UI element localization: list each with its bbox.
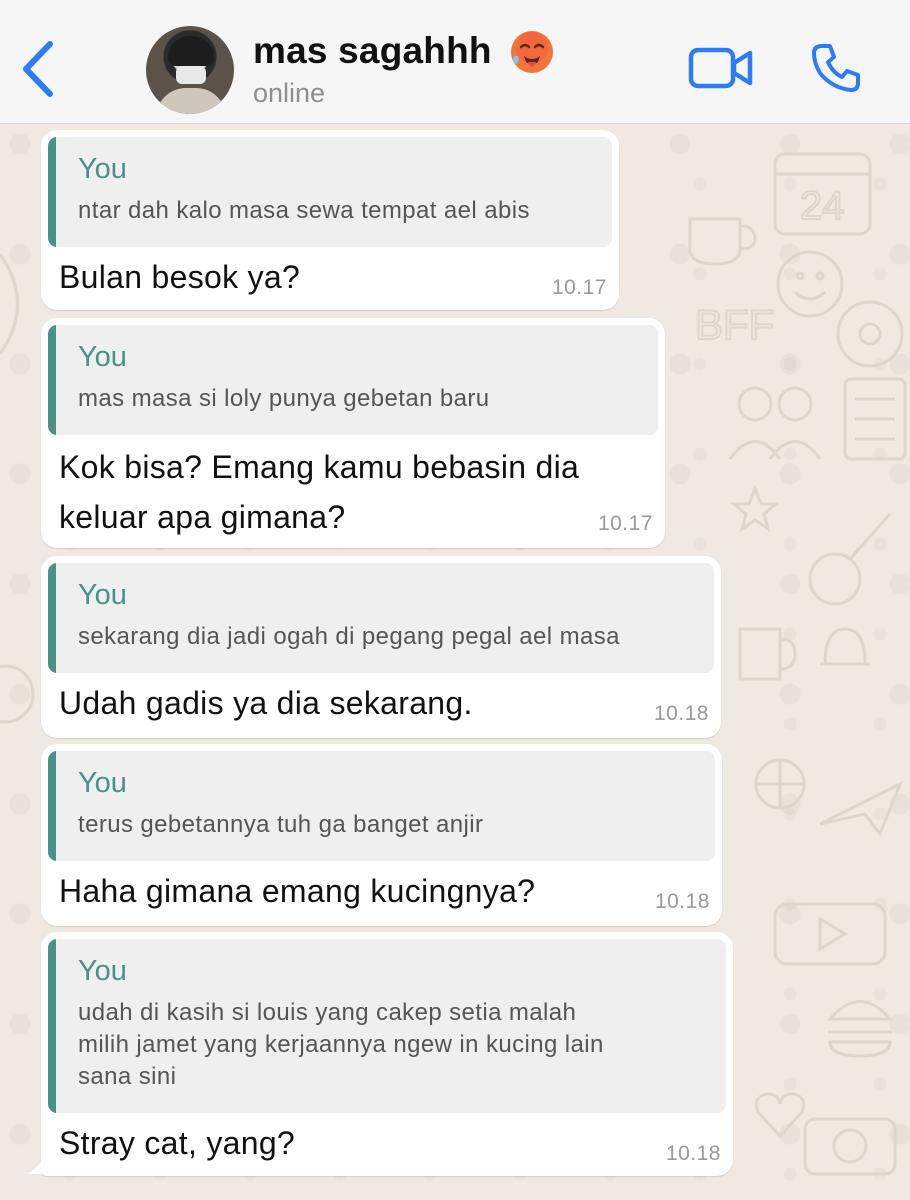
mug-doodle-icon bbox=[738, 627, 797, 681]
message-time: 10.18 bbox=[665, 1142, 721, 1165]
quote-text: mas masa si loly punya gebetan baru bbox=[78, 385, 490, 412]
back-button[interactable] bbox=[14, 38, 64, 100]
quote-text-line: milih jamet yang kerjaannya ngew in kuci… bbox=[78, 1031, 604, 1058]
cup-doodle-icon bbox=[688, 217, 757, 266]
message-bubble[interactable]: You ntar dah kalo masa sewa tempat ael a… bbox=[41, 130, 619, 310]
quote-author: You bbox=[78, 153, 127, 185]
contact-name[interactable]: mas sagahhh bbox=[253, 30, 492, 72]
message-text-line: keluar apa gimana? bbox=[59, 499, 346, 535]
ball-doodle-icon bbox=[754, 758, 806, 810]
play-doodle-icon bbox=[773, 902, 887, 966]
star-doodle-icon bbox=[730, 484, 780, 533]
donut-doodle-icon bbox=[836, 300, 904, 368]
message-bubble[interactable]: You sekarang dia jadi ogah di pegang peg… bbox=[41, 556, 721, 738]
contact-status: online bbox=[253, 78, 326, 108]
camera-doodle-icon bbox=[803, 1117, 897, 1176]
quote-author: You bbox=[78, 341, 127, 373]
circle-doodle-icon bbox=[0, 664, 35, 724]
list-doodle-icon bbox=[843, 377, 907, 461]
message-time: 10.17 bbox=[597, 512, 653, 535]
message-text: Kok bisa? Emang kamu bebasin dia keluar … bbox=[59, 442, 579, 542]
quote-author: You bbox=[78, 767, 127, 799]
chat-header: mas sagahhh online bbox=[0, 0, 910, 124]
quote-author: You bbox=[78, 579, 127, 611]
calendar-doodle-icon: 24 bbox=[773, 152, 872, 236]
message-bubble[interactable]: You terus gebetannya tuh ga banget anjir… bbox=[41, 744, 722, 926]
message-text: Haha gimana emang kucingnya? bbox=[59, 873, 536, 909]
avatar-hair bbox=[168, 36, 214, 66]
voice-call-button[interactable] bbox=[808, 40, 864, 96]
quote-text: udah di kasih si louis yang cakep setia … bbox=[78, 997, 702, 1093]
bell-doodle-icon bbox=[820, 627, 870, 666]
message-time: 10.18 bbox=[653, 702, 709, 725]
contact-avatar[interactable] bbox=[146, 26, 234, 114]
quoted-message[interactable]: You terus gebetannya tuh ga banget anjir bbox=[48, 751, 715, 861]
quote-text-line: sana sini bbox=[78, 1063, 177, 1090]
video-call-button[interactable] bbox=[688, 46, 754, 90]
quote-text: ntar dah kalo masa sewa tempat ael abis bbox=[78, 197, 530, 224]
video-camera-icon bbox=[688, 47, 753, 89]
plane-doodle-icon bbox=[819, 780, 903, 838]
letters-doodle-icon: BFF bbox=[694, 300, 775, 349]
message-text: Udah gadis ya dia sekarang. bbox=[59, 685, 473, 721]
message-text-line: Kok bisa? Emang kamu bebasin dia bbox=[59, 449, 580, 485]
chevron-left-icon bbox=[23, 41, 53, 97]
message-bubble[interactable]: You udah di kasih si louis yang cakep se… bbox=[41, 932, 733, 1176]
svg-text:BFF: BFF bbox=[695, 301, 774, 348]
quoted-message[interactable]: You sekarang dia jadi ogah di pegang peg… bbox=[48, 563, 714, 673]
message-time: 10.17 bbox=[551, 276, 607, 299]
message-bubble[interactable]: You mas masa si loly punya gebetan baru … bbox=[41, 318, 665, 548]
quoted-message[interactable]: You mas masa si loly punya gebetan baru bbox=[48, 325, 658, 435]
phone-icon bbox=[812, 44, 860, 92]
quote-author: You bbox=[78, 955, 127, 987]
message-text: Stray cat, yang? bbox=[59, 1125, 296, 1161]
leaf-doodle-icon bbox=[0, 253, 19, 355]
people-doodle-icon bbox=[728, 386, 822, 460]
avatar-mask bbox=[176, 66, 206, 84]
svg-text:24: 24 bbox=[800, 184, 845, 228]
avatar-body bbox=[156, 88, 226, 114]
quoted-message[interactable]: You udah di kasih si louis yang cakep se… bbox=[48, 939, 726, 1113]
quoted-message[interactable]: You ntar dah kalo masa sewa tempat ael a… bbox=[48, 137, 612, 247]
message-text: Bulan besok ya? bbox=[59, 259, 301, 295]
quote-text: terus gebetannya tuh ga banget anjir bbox=[78, 811, 484, 838]
quote-text: sekarang dia jadi ogah di pegang pegal a… bbox=[78, 623, 620, 650]
quote-text-line: udah di kasih si louis yang cakep setia … bbox=[78, 999, 577, 1026]
message-time: 10.18 bbox=[654, 890, 710, 913]
burger-doodle-icon bbox=[826, 1000, 894, 1058]
guitar-doodle-icon bbox=[808, 513, 892, 606]
hot-face-emoji-icon bbox=[511, 31, 553, 73]
